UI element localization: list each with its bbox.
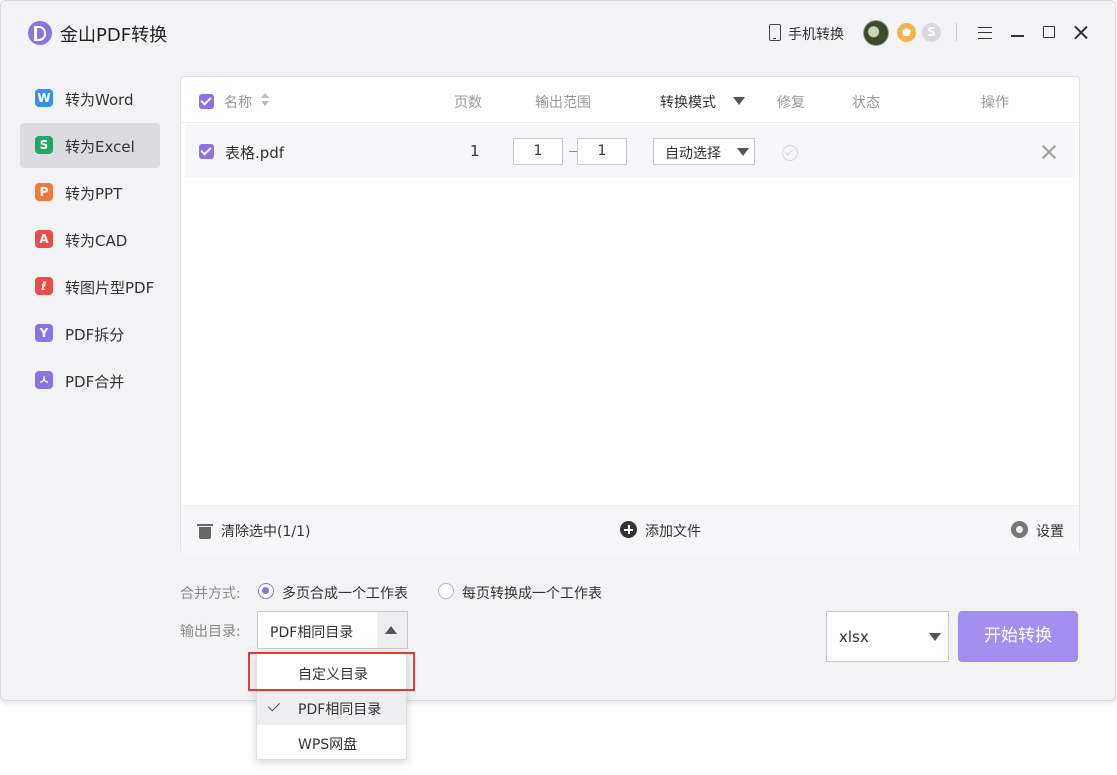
format-select[interactable]: xlsx xyxy=(826,611,949,662)
output-dir-label: 输出目录: xyxy=(180,624,241,640)
start-convert-button[interactable]: 开始转换 xyxy=(958,611,1078,662)
merge-option-radio-1[interactable] xyxy=(258,583,274,599)
sidebar-item-label: PDF合并 xyxy=(65,373,125,391)
dropdown-item-pdf-same-dir[interactable]: PDF相同目录 xyxy=(257,690,406,725)
page-count: 1 xyxy=(470,142,480,160)
range-to-input[interactable]: 1 xyxy=(577,138,627,165)
dropdown-item-wps-drive[interactable]: WPS网盘 xyxy=(257,725,406,760)
range-dash xyxy=(569,151,577,152)
sidebar-item-3[interactable]: A 转为CAD xyxy=(20,217,160,262)
minimize-icon[interactable] xyxy=(1011,35,1024,37)
panel-footer: 清除选中(1/1) 添加文件 设置 xyxy=(181,505,1079,553)
coin-icon[interactable]: S xyxy=(922,23,941,42)
repair-check-icon xyxy=(782,145,798,161)
mobile-convert-button[interactable]: 手机转换 xyxy=(788,24,844,44)
format-value: xlsx xyxy=(839,628,869,646)
table-row: 表格.pdf 1 1 1 自动选择 xyxy=(185,124,1075,178)
range-from-input[interactable]: 1 xyxy=(513,138,563,165)
header-convert-mode[interactable]: 转换模式 xyxy=(660,92,716,112)
mode-filter-caret-icon[interactable] xyxy=(733,97,745,105)
chevron-down-icon xyxy=(929,633,941,641)
convert-mode-select[interactable]: 自动选择 xyxy=(653,138,755,165)
dropdown-item-label: WPS网盘 xyxy=(298,737,358,753)
header-action: 操作 xyxy=(981,95,1009,111)
output-dir-caret[interactable] xyxy=(377,612,407,648)
pdf-logo-icon xyxy=(28,21,52,45)
merge-option-label-1[interactable]: 多页合成一个工作表 xyxy=(282,583,408,603)
sidebar-item-icon: ㅅ xyxy=(35,371,53,389)
settings-button[interactable]: 设置 xyxy=(1036,521,1064,541)
header-output-range: 输出范围 xyxy=(535,95,591,111)
close-icon[interactable] xyxy=(1073,25,1088,40)
sidebar-item-label: PDF拆分 xyxy=(65,326,125,344)
sidebar-item-icon: A xyxy=(35,230,53,248)
merge-option-radio-2[interactable] xyxy=(438,583,454,599)
sidebar-item-icon: ℓ xyxy=(35,277,53,295)
sidebar-item-label: 转为CAD xyxy=(65,232,128,250)
header-repair: 修复 xyxy=(777,95,805,111)
gear-icon[interactable] xyxy=(1011,521,1028,538)
vip-badge-icon[interactable] xyxy=(897,23,916,42)
file-name: 表格.pdf xyxy=(225,144,285,162)
sidebar-item-icon: S xyxy=(35,136,53,154)
sidebar-item-icon: P xyxy=(35,183,53,201)
title-bar: 金山PDF转换 手机转换 S xyxy=(1,1,1115,63)
sidebar-item-0[interactable]: W 转为Word xyxy=(20,76,160,121)
file-list-panel: 名称 页数 输出范围 转换模式 修复 状态 操作 表格.pdf 1 1 1 自动… xyxy=(180,76,1080,553)
header-pages: 页数 xyxy=(454,95,482,111)
sort-icon[interactable] xyxy=(261,93,269,109)
header-name: 名称 xyxy=(224,95,252,111)
select-all-checkbox[interactable] xyxy=(199,94,214,109)
dropdown-item-label: PDF相同目录 xyxy=(298,702,382,718)
output-dir-value: PDF相同目录 xyxy=(270,625,354,641)
convert-mode-value: 自动选择 xyxy=(665,146,721,162)
remove-file-icon[interactable] xyxy=(1042,145,1056,159)
app-title: 金山PDF转换 xyxy=(60,25,168,46)
sidebar-item-5[interactable]: Y PDF拆分 xyxy=(20,311,160,356)
titlebar-divider xyxy=(956,23,957,41)
sidebar: W 转为Word S 转为Excel P 转为PPT A 转为CAD ℓ 转图片型PDF Y PDF拆… xyxy=(20,76,160,405)
mobile-phone-icon[interactable] xyxy=(769,24,781,41)
sidebar-item-1[interactable]: S 转为Excel xyxy=(20,123,160,168)
sidebar-item-2[interactable]: P 转为PPT xyxy=(20,170,160,215)
sidebar-item-label: 转为Word xyxy=(65,91,134,109)
sidebar-item-label: 转图片型PDF xyxy=(65,279,155,297)
sidebar-item-4[interactable]: ℓ 转图片型PDF xyxy=(20,264,160,309)
app-window: 金山PDF转换 手机转换 S W 转为Word S 转为Excel P 转为PPT A 转为C… xyxy=(0,0,1116,701)
merge-option-label-2[interactable]: 每页转换成一个工作表 xyxy=(462,583,602,603)
add-circle-icon[interactable] xyxy=(620,521,637,538)
avatar[interactable] xyxy=(863,20,889,46)
output-dir-select[interactable]: PDF相同目录 xyxy=(257,611,408,649)
sidebar-item-icon: W xyxy=(35,89,53,107)
chevron-down-icon xyxy=(737,148,749,156)
trash-icon[interactable] xyxy=(197,522,213,539)
row-checkbox[interactable] xyxy=(199,144,214,159)
sidebar-item-icon: Y xyxy=(35,324,53,342)
sidebar-item-label: 转为Excel xyxy=(65,138,135,156)
sidebar-item-6[interactable]: ㅅ PDF合并 xyxy=(20,358,160,403)
menu-icon[interactable] xyxy=(978,27,992,39)
add-file-button[interactable]: 添加文件 xyxy=(645,521,701,541)
highlight-annotation-box xyxy=(248,652,415,691)
merge-mode-label: 合并方式: xyxy=(180,586,241,602)
sidebar-item-label: 转为PPT xyxy=(65,185,123,203)
check-icon xyxy=(267,699,281,712)
maximize-icon[interactable] xyxy=(1043,26,1055,38)
table-header: 名称 页数 输出范围 转换模式 修复 状态 操作 xyxy=(181,77,1079,123)
clear-selected-button[interactable]: 清除选中(1/1) xyxy=(221,521,310,541)
header-status: 状态 xyxy=(852,95,880,111)
chevron-up-icon xyxy=(385,626,397,634)
